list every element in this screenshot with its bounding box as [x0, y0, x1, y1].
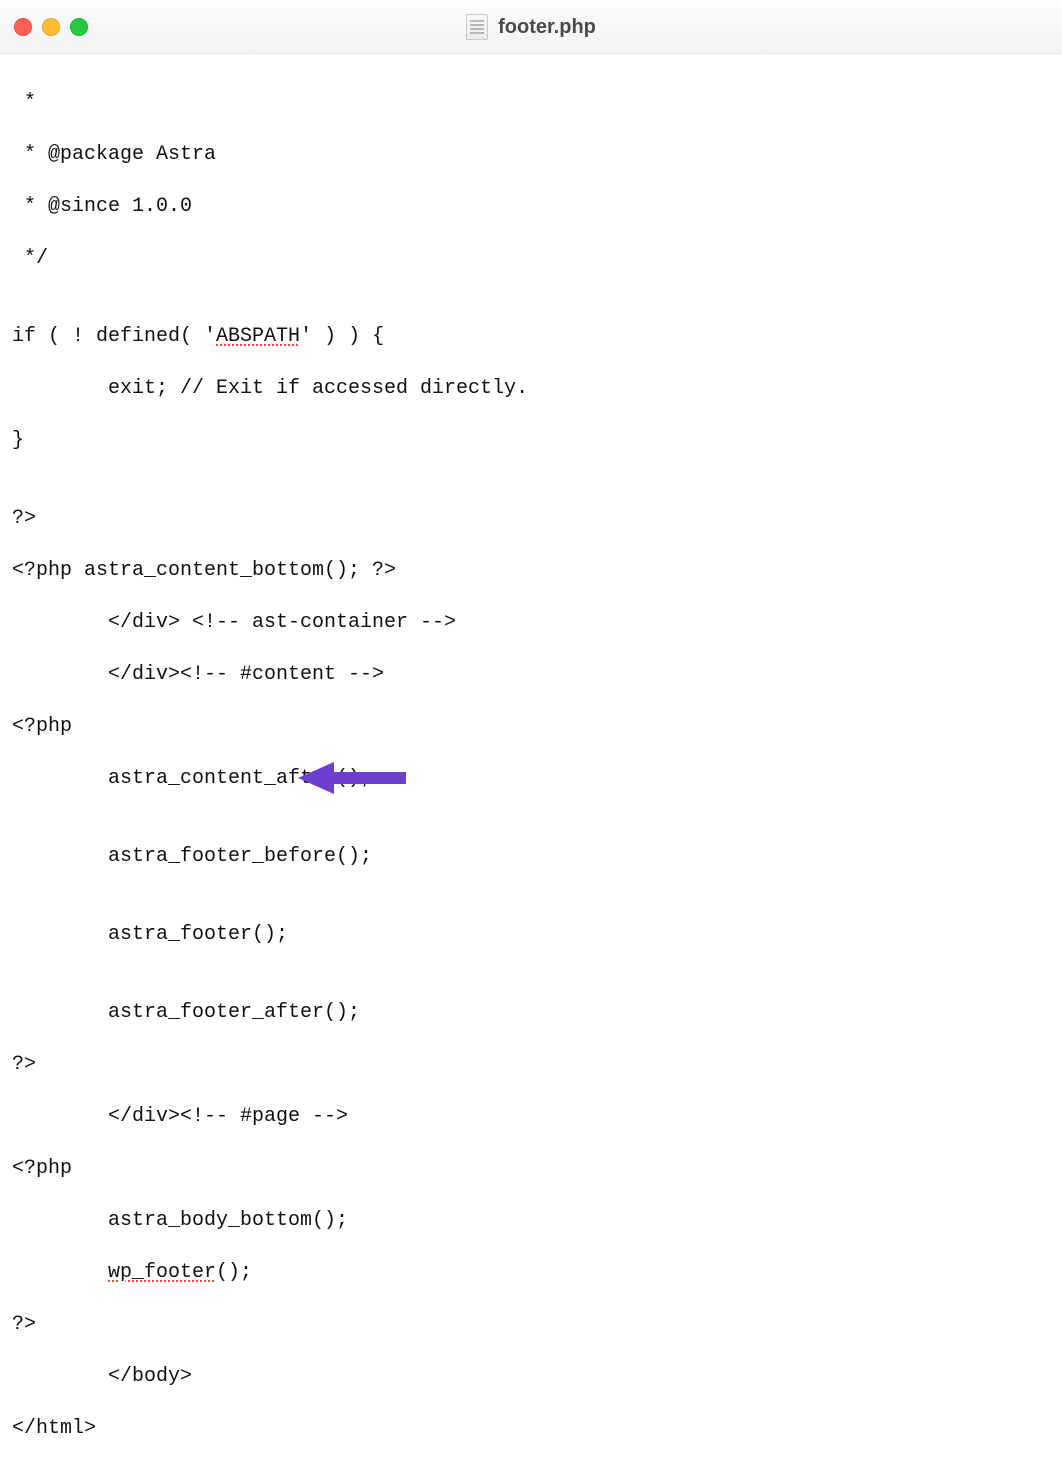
- code-line: </div><!-- #page -->: [108, 1104, 348, 1130]
- code-line: <?php: [12, 714, 72, 740]
- window-title-text: footer.php: [498, 14, 596, 40]
- code-line: </div><!-- #content -->: [108, 662, 384, 688]
- code-line: * @since 1.0.0: [12, 194, 192, 220]
- traffic-lights: [14, 18, 88, 36]
- code-line: if ( ! defined( ': [12, 324, 216, 350]
- code-line: ?>: [12, 1052, 36, 1078]
- code-line: ?>: [12, 1312, 36, 1338]
- spellcheck-underline: wp_footer: [108, 1260, 216, 1286]
- zoom-icon[interactable]: [70, 18, 88, 36]
- code-line: ();: [216, 1260, 252, 1286]
- code-line: astra_content_after();: [108, 766, 372, 792]
- code-line: exit; // Exit if accessed directly.: [108, 376, 528, 402]
- code-line: }: [12, 428, 24, 454]
- close-icon[interactable]: [14, 18, 32, 36]
- minimize-icon[interactable]: [42, 18, 60, 36]
- code-line: astra_body_bottom();: [108, 1208, 348, 1234]
- window-titlebar: footer.php: [0, 0, 1062, 54]
- code-line: ' ) ) {: [300, 324, 384, 350]
- code-line: </div> <!-- ast-container -->: [108, 610, 456, 636]
- code-line: </html>: [12, 1416, 96, 1442]
- code-line: </body>: [108, 1364, 192, 1390]
- document-icon: [466, 14, 488, 40]
- code-line: astra_footer_after();: [108, 1000, 360, 1026]
- code-line: ?>: [12, 506, 36, 532]
- code-line: astra_footer_before();: [108, 844, 372, 870]
- spellcheck-underline: ABSPATH: [216, 324, 300, 350]
- code-line: <?php astra_content_bottom(); ?>: [12, 558, 396, 584]
- window-title: footer.php: [0, 14, 1062, 40]
- code-line: <?php: [12, 1156, 72, 1182]
- code-line: astra_footer();: [108, 922, 288, 948]
- code-line: *: [12, 90, 36, 116]
- code-line: */: [12, 246, 48, 272]
- code-line: * @package Astra: [12, 142, 216, 168]
- editor-pane[interactable]: * * @package Astra * @since 1.0.0 */ if …: [0, 54, 1062, 1478]
